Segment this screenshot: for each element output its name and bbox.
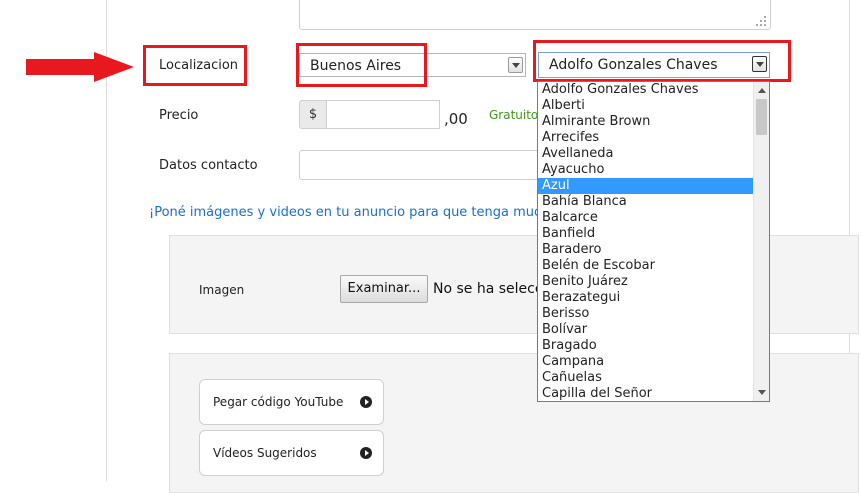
description-textarea[interactable] [299,0,771,30]
youtube-code-button-label: Pegar código YouTube [213,395,344,409]
city-dropdown-list[interactable]: Adolfo Gonzales Chaves Alberti Almirante… [537,81,770,402]
city-option[interactable]: Ayacucho [538,162,754,178]
free-price-link[interactable]: Gratuito [489,108,538,122]
file-status-text: No se ha selecci [433,281,547,297]
city-option[interactable]: Baradero [538,242,754,258]
scrollbar-thumb[interactable] [756,99,767,135]
contact-input[interactable] [299,150,539,180]
city-option[interactable]: Alberti [538,98,754,114]
province-select-highlight [296,43,427,87]
circle-arrow-right-icon [360,396,372,408]
city-option[interactable]: Bolívar [538,322,754,338]
city-option[interactable]: Berisso [538,306,754,322]
location-label: Localizacion [159,58,239,73]
browse-file-button[interactable]: Examinar... [340,275,428,303]
city-option-selected[interactable]: Azul [538,178,754,194]
price-cents: ,00 [444,110,468,128]
image-label: Imagen [199,283,245,297]
city-option[interactable]: Arrecifes [538,130,754,146]
city-option[interactable]: Almirante Brown [538,114,754,130]
suggested-videos-button[interactable]: Vídeos Sugeridos [199,430,384,476]
city-option[interactable]: Banfield [538,226,754,242]
dropdown-scrollbar[interactable] [753,82,769,401]
contact-label: Datos contacto [159,158,258,173]
scroll-up-icon[interactable] [754,82,769,98]
youtube-code-button[interactable]: Pegar código YouTube [199,379,384,425]
city-option[interactable]: Cañuelas [538,370,754,386]
city-option[interactable]: Capilla del Señor [538,386,754,401]
city-option[interactable]: Bahía Blanca [538,194,754,210]
suggested-videos-button-label: Vídeos Sugeridos [213,446,317,460]
resize-grip-icon[interactable] [755,15,767,27]
city-option[interactable]: Bragado [538,338,754,354]
media-promo-text: ¡Poné imágenes y videos en tu anuncio pa… [149,205,550,220]
city-option[interactable]: Belén de Escobar [538,258,754,274]
price-input[interactable] [326,100,440,129]
currency-addon: $ [299,100,327,129]
city-option[interactable]: Berazategui [538,290,754,306]
city-option[interactable]: Campana [538,354,754,370]
circle-arrow-right-icon [360,447,372,459]
city-option[interactable]: Avellaneda [538,146,754,162]
red-arrow-icon [26,52,134,82]
city-select-highlight [533,40,791,82]
city-option[interactable]: Benito Juárez [538,274,754,290]
city-option[interactable]: Balcarce [538,210,754,226]
chevron-down-icon[interactable] [508,57,523,73]
city-option[interactable]: Adolfo Gonzales Chaves [538,82,754,98]
scroll-down-icon[interactable] [754,385,769,401]
price-label: Precio [159,108,199,123]
